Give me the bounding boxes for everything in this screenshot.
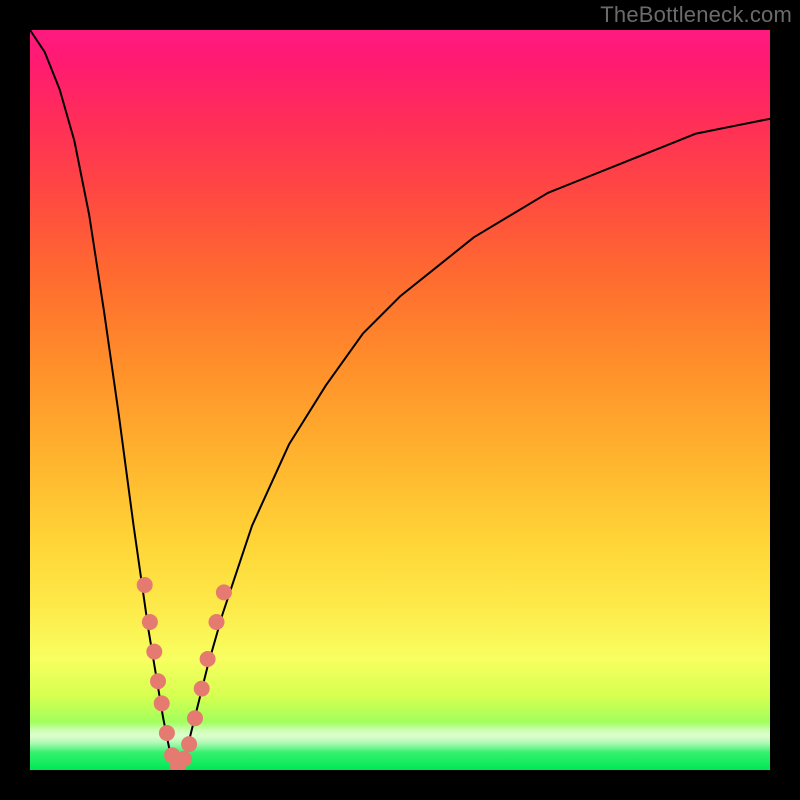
marker-dot xyxy=(216,584,232,600)
marker-dot xyxy=(200,651,216,667)
marker-dot xyxy=(187,710,203,726)
marker-dot xyxy=(176,751,192,767)
marker-dot xyxy=(209,614,225,630)
watermark-text: TheBottleneck.com xyxy=(600,2,792,28)
black-curve xyxy=(30,30,770,770)
curve-layer xyxy=(30,30,770,770)
marker-dot xyxy=(181,736,197,752)
marker-dot xyxy=(137,577,153,593)
marker-dot xyxy=(194,681,210,697)
plot-area xyxy=(30,30,770,770)
marker-dot xyxy=(159,725,175,741)
marker-dot xyxy=(154,695,170,711)
marker-dot xyxy=(146,644,162,660)
chart-frame: TheBottleneck.com xyxy=(0,0,800,800)
marker-dot xyxy=(142,614,158,630)
curve-svg xyxy=(30,30,770,770)
marker-dot xyxy=(150,673,166,689)
